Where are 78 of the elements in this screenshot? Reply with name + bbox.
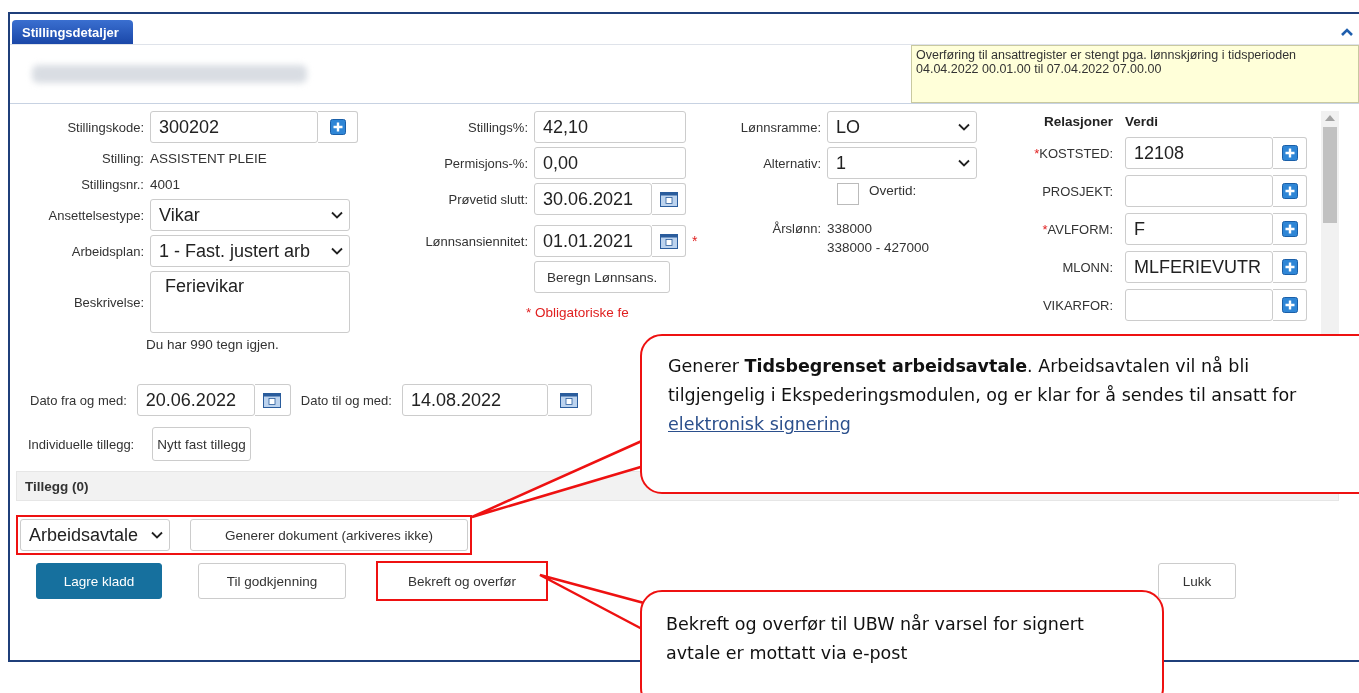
date-picker-button[interactable] bbox=[652, 225, 686, 257]
relation-label: *KOSTSTED: bbox=[1034, 145, 1113, 161]
select-field[interactable]: 1 bbox=[827, 147, 977, 179]
required-note: * Obligatoriske fe bbox=[526, 305, 630, 320]
value-text: 4001 bbox=[150, 176, 181, 192]
value-text: 338000 bbox=[827, 221, 874, 236]
chevron-down-icon bbox=[958, 159, 970, 167]
relation-label: *AVLFORM: bbox=[1042, 221, 1113, 237]
plus-icon[interactable] bbox=[329, 119, 346, 135]
generate-document-button[interactable]: Generer dokument (arkiveres ikke) bbox=[190, 519, 468, 551]
lookup-button[interactable] bbox=[1273, 251, 1307, 283]
required-mark: * bbox=[1034, 145, 1040, 161]
date-label: Dato fra og med: bbox=[30, 392, 127, 408]
date-field[interactable]: 20.06.2022 bbox=[136, 384, 255, 416]
relation-field[interactable]: 12108 bbox=[1125, 137, 1273, 169]
description-field[interactable]: Ferievikar bbox=[150, 271, 350, 333]
plus-icon[interactable] bbox=[1281, 145, 1298, 161]
lookup-button[interactable] bbox=[1273, 213, 1307, 245]
date-picker-button[interactable] bbox=[652, 183, 686, 215]
relation-label: PROSJEKT: bbox=[1042, 183, 1113, 199]
column-header: Relasjoner bbox=[1042, 113, 1114, 129]
scrollbar[interactable] bbox=[1321, 111, 1339, 337]
supplement-label: Individuelle tillegg: bbox=[28, 436, 135, 452]
date-field[interactable]: 01.01.2021 bbox=[534, 225, 652, 257]
date-field[interactable]: 14.08.2022 bbox=[401, 384, 548, 416]
required-mark: * bbox=[1042, 221, 1048, 237]
plus-icon[interactable] bbox=[1281, 259, 1298, 275]
relation-label: VIKARFOR: bbox=[1042, 297, 1113, 313]
column-header: Verdi bbox=[1125, 113, 1159, 129]
lookup-button[interactable] bbox=[318, 111, 358, 143]
collapse-chevron-icon[interactable] bbox=[1341, 28, 1353, 36]
date-field[interactable]: 30.06.2021 bbox=[534, 183, 652, 215]
document-select[interactable]: Arbeidsavtale bbox=[20, 519, 170, 551]
chevron-down-icon bbox=[331, 211, 343, 219]
range-text: 338000 - 427000 bbox=[827, 240, 930, 255]
chevron-down-icon bbox=[151, 531, 163, 539]
chevron-down-icon bbox=[331, 247, 343, 255]
calendar-icon[interactable] bbox=[263, 392, 282, 408]
hint-text: Du har 990 tegn igjen. bbox=[146, 337, 280, 352]
calendar-icon[interactable] bbox=[560, 392, 579, 408]
code-field[interactable]: 300202 bbox=[150, 111, 318, 143]
date-picker-button[interactable] bbox=[254, 384, 291, 416]
close-button[interactable]: Lukk bbox=[1158, 563, 1236, 599]
select-field[interactable]: Vikar bbox=[150, 199, 350, 231]
plus-icon[interactable] bbox=[1281, 183, 1298, 199]
date-label: Dato til og med: bbox=[300, 392, 392, 408]
notice-message: Overføring til ansattregister er stengt pga. lønnskjøring i tidsperioden 04.04.2022 00.01.00 til 07.04.2022 07.00.00 bbox=[911, 45, 1359, 103]
lookup-button[interactable] bbox=[1273, 137, 1307, 169]
signing-link[interactable]: elektronisk signering bbox=[668, 414, 851, 434]
scrollbar-thumb[interactable] bbox=[1323, 127, 1337, 223]
select-field[interactable]: LO bbox=[827, 111, 977, 143]
plus-icon[interactable] bbox=[1281, 221, 1298, 237]
callout-text: Bekreft og overfør til UBW når varsel for signert avtale er mottatt via e-post bbox=[666, 614, 1084, 663]
calculate-button[interactable]: Beregn Lønnsans. bbox=[534, 261, 671, 293]
chevron-down-icon bbox=[958, 123, 970, 131]
lookup-button[interactable] bbox=[1273, 289, 1307, 321]
relation-label: MLONN: bbox=[1062, 259, 1113, 275]
relation-field[interactable] bbox=[1125, 289, 1273, 321]
callout-text: Generer Tidsbegrenset arbeidsavtale. Arbeidsavtalen vil nå bli tilgjengelig i Ekspederingsmodulen, og er klar for å sendes til ansatt for elektronisk signering bbox=[668, 356, 1297, 434]
action-button[interactable]: Til godkjenning bbox=[198, 563, 346, 599]
checkbox[interactable] bbox=[837, 183, 859, 205]
save-draft-button[interactable]: Lagre kladd bbox=[36, 563, 162, 599]
relation-field[interactable]: MLFERIEVUTR bbox=[1125, 251, 1273, 283]
lookup-button[interactable] bbox=[1273, 175, 1307, 207]
new-supplement-button[interactable]: Nytt fast tillegg bbox=[152, 427, 251, 461]
relation-field[interactable]: F bbox=[1125, 213, 1273, 245]
percent-field[interactable]: 42,10 bbox=[534, 111, 686, 143]
value-text: ASSISTENT PLEIE bbox=[150, 150, 267, 166]
percent-field[interactable]: 0,00 bbox=[534, 147, 686, 179]
select-field[interactable]: 1 - Fast. justert arb bbox=[150, 235, 350, 267]
calendar-icon[interactable] bbox=[659, 191, 678, 207]
calendar-icon[interactable] bbox=[659, 233, 678, 249]
required-mark: * bbox=[692, 233, 698, 249]
section-tab[interactable]: Stillingsdetaljer bbox=[12, 20, 133, 44]
plus-icon[interactable] bbox=[1281, 297, 1298, 313]
checkbox-label: Overtid: bbox=[869, 183, 917, 198]
relation-field[interactable] bbox=[1125, 175, 1273, 207]
date-picker-button[interactable] bbox=[547, 384, 592, 416]
